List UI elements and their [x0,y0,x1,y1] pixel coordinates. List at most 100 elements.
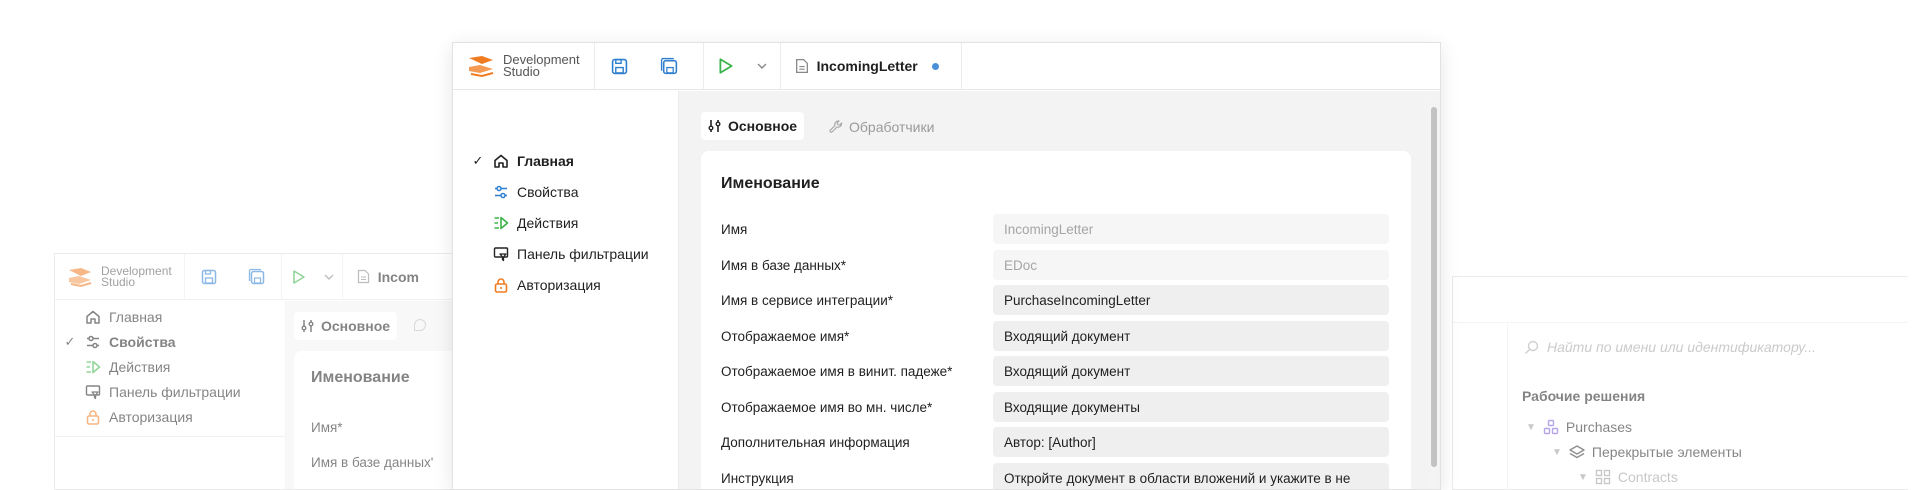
nav-authorization[interactable]: Авторизация [471,277,601,293]
back-nav-home[interactable]: Главная [63,309,162,325]
save-icon [611,58,628,74]
back-field-label-name: Имя* [311,420,343,435]
checkmark-icon: ✓ [472,153,484,168]
back-nav-authorization[interactable]: Авторизация [63,409,193,425]
field-label-display-name: Отображаемое имя* [721,328,850,344]
back-run-options-button[interactable] [316,254,342,299]
back-nav-properties-label: Свойства [109,334,176,350]
background-window-left-content: Development Studio Incom Главная ✓ Свойс… [55,254,463,489]
tab-main[interactable]: Основное [701,112,805,140]
back-sidebar-divider [55,436,285,437]
main-window: Development Studio IncomingLetter ✓ Глав… [452,42,1441,490]
document-tab[interactable]: IncomingLetter [781,43,962,89]
tree-item-contracts[interactable]: ▼ Contracts [1578,469,1678,485]
back-save-all-button[interactable] [233,254,281,299]
content-scrollbar-thumb[interactable] [1431,107,1437,467]
run-button[interactable] [704,43,748,89]
solutions-search[interactable]: Найти по имени или идентификатору... [1524,339,1816,355]
field-display-name-accusative-input[interactable]: Входящий документ [993,356,1389,386]
field-label-instruction: Инструкция [721,470,794,486]
tree-item-overridden-label: Перекрытые элементы [1591,444,1742,460]
tree-item-purchases-label: Purchases [1565,419,1633,435]
back-nav-filter-panel-label: Панель фильтрации [109,384,241,400]
right-toolbar [1453,277,1908,323]
back-field-label-db-name: Имя в базе данных' [311,455,434,470]
back-tab-main[interactable]: Основное [294,312,398,340]
field-db-name-input[interactable]: EDoc [993,250,1389,280]
main-logo-line2: Studio [503,64,540,79]
solutions-search-placeholder: Найти по имени или идентификатору... [1547,339,1816,355]
back-run-button[interactable] [282,254,316,299]
nav-properties[interactable]: Свойства [471,184,578,200]
document-tab-title: IncomingLetter [816,58,918,74]
back-nav-authorization-label: Авторизация [109,409,193,425]
caret-down-icon: ▼ [1526,421,1536,433]
back-toolbar: Development Studio Incom [55,254,463,300]
tab-handlers[interactable]: Обработчики [829,119,934,135]
grid-icon [1595,469,1611,485]
field-additional-info-input[interactable]: Автор: [Author] [993,427,1389,457]
nav-actions[interactable]: Действия [471,215,578,231]
back-nav-home-label: Главная [109,309,163,325]
nav-filter-panel[interactable]: Панель фильтрации [471,246,649,262]
field-row-integration-name: Имя в сервисе интеграции* PurchaseIncomi… [701,285,1411,315]
field-row-display-name-plural: Отображаемое имя во мн. числе* Входящие … [701,392,1411,422]
save-all-button[interactable] [645,43,695,89]
actions-icon [494,216,509,230]
back-logo: Development Studio [55,254,185,299]
back-logo-text: Development Studio [101,265,172,289]
solution-icon [1543,419,1559,435]
layers-icon [1569,445,1585,459]
filter-panel-icon [493,247,509,262]
nav-filter-panel-label: Панель фильтрации [517,246,649,262]
main-logo: Development Studio [453,43,595,89]
caret-down-icon: ▼ [1552,446,1562,458]
field-name-input[interactable]: IncomingLetter [993,214,1389,244]
development-studio-logo-icon [469,56,494,78]
back-nav-filter-panel[interactable]: Панель фильтрации [63,384,241,400]
field-instruction-input[interactable]: Откройте документ в области вложений и у… [993,463,1389,489]
home-icon [86,310,100,324]
nav-actions-label: Действия [517,215,579,231]
field-label-display-name-accusative: Отображаемое имя в винит. падеже* [721,363,953,379]
tab-handlers-label: Обработчики [849,119,935,135]
chevron-down-icon [324,274,334,280]
back-nav-actions[interactable]: Действия [63,359,170,375]
sliders-icon [708,120,721,132]
play-icon [719,58,733,74]
document-icon [795,58,808,74]
nav-home[interactable]: ✓ Главная [471,153,574,169]
save-icon [201,269,216,284]
content-scrollbar[interactable] [1430,99,1438,489]
save-button[interactable] [595,43,645,89]
search-icon [1525,340,1539,354]
wrench-icon [414,319,426,331]
back-logo-line2: Studio [101,274,136,289]
caret-down-icon: ▼ [1578,471,1588,483]
naming-section-title: Именование [721,175,820,192]
tree-item-overridden[interactable]: ▼ Перекрытые элементы [1552,444,1742,460]
document-icon [357,269,369,284]
naming-card: Именование Имя IncomingLetter Имя в базе… [701,151,1411,489]
filter-panel-icon [85,385,101,400]
back-tab-main-label: Основное [321,318,391,334]
checkmark-icon: ✓ [64,334,76,349]
home-icon [494,154,508,168]
field-integration-name-input[interactable]: PurchaseIncomingLetter [993,285,1389,315]
solutions-panel: Найти по имени или идентификатору... Раб… [1507,323,1908,489]
sliders-icon [495,185,507,199]
sliders-icon [301,320,314,332]
field-row-display-name: Отображаемое имя* Входящий документ [701,321,1411,351]
field-row-additional-info: Дополнительная информация Автор: [Author… [701,427,1411,457]
back-naming-card: Именование Имя* Имя в базе данных' [294,351,463,489]
field-display-name-plural-input[interactable]: Входящие документы [993,392,1389,422]
back-nav-properties[interactable]: ✓ Свойства [63,334,176,350]
back-document-tab[interactable]: Incom [343,254,433,299]
field-label-integration-name: Имя в сервисе интеграции* [721,292,893,308]
field-display-name-input[interactable]: Входящий документ [993,321,1389,351]
back-save-button[interactable] [185,254,233,299]
tree-item-purchases[interactable]: ▼ Purchases [1526,419,1632,435]
run-options-button[interactable] [748,43,776,89]
background-window-right-content: Найти по имени или идентификатору... Раб… [1453,277,1908,489]
back-document-tab-title: Incom [377,268,419,285]
